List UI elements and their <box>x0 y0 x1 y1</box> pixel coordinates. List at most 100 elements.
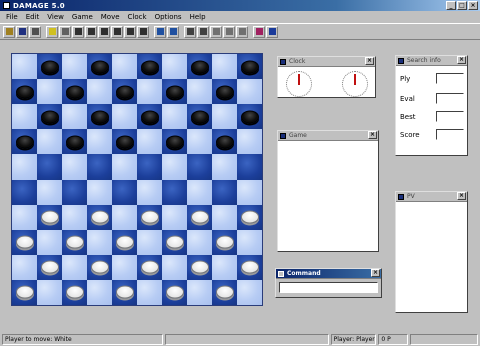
black-piece[interactable] <box>15 85 34 99</box>
board-square[interactable] <box>112 79 137 105</box>
board-square[interactable] <box>37 229 62 255</box>
board-square[interactable] <box>112 129 137 155</box>
board-square[interactable] <box>12 204 37 230</box>
board-square[interactable] <box>87 254 112 280</box>
black-piece[interactable] <box>215 85 234 99</box>
board-square[interactable] <box>87 129 112 155</box>
board-square[interactable] <box>137 204 162 230</box>
black-piece[interactable] <box>115 135 134 149</box>
black-piece[interactable] <box>90 60 109 74</box>
board-square[interactable] <box>62 154 87 180</box>
board-square[interactable] <box>237 229 262 255</box>
board-square[interactable] <box>187 254 212 280</box>
black-piece[interactable] <box>215 135 234 149</box>
board-square[interactable] <box>212 104 237 130</box>
next-move-button[interactable] <box>111 25 123 38</box>
board-square[interactable] <box>87 204 112 230</box>
board-square[interactable] <box>237 54 262 80</box>
board-square[interactable] <box>162 179 187 205</box>
white-piece[interactable] <box>140 260 159 274</box>
board-square[interactable] <box>37 154 62 180</box>
board-square[interactable] <box>187 104 212 130</box>
menu-help[interactable]: Help <box>186 13 210 21</box>
panel-menu-icon[interactable] <box>398 57 404 64</box>
board-square[interactable] <box>112 54 137 80</box>
command-input[interactable] <box>279 282 378 293</box>
board-square[interactable] <box>112 179 137 205</box>
checkers-board[interactable] <box>11 53 263 306</box>
white-piece[interactable] <box>90 260 109 274</box>
clock-panel-caption[interactable]: Clock × <box>278 57 375 67</box>
white-piece[interactable] <box>90 210 109 224</box>
board-square[interactable] <box>137 79 162 105</box>
close-button[interactable]: × <box>468 1 478 10</box>
black-piece[interactable] <box>40 110 59 124</box>
white-piece[interactable] <box>215 235 234 249</box>
board-square[interactable] <box>37 204 62 230</box>
panel-menu-icon[interactable] <box>398 193 404 200</box>
minimize-button[interactable]: _ <box>446 1 456 10</box>
board-square[interactable] <box>87 154 112 180</box>
board-square[interactable] <box>137 129 162 155</box>
board-square[interactable] <box>162 204 187 230</box>
close-icon[interactable]: × <box>457 56 466 64</box>
board-square[interactable] <box>237 154 262 180</box>
white-piece[interactable] <box>165 285 184 299</box>
close-icon[interactable]: × <box>368 131 377 139</box>
panel-menu-icon[interactable] <box>278 270 284 277</box>
menu-move[interactable]: Move <box>97 13 124 21</box>
close-icon[interactable]: × <box>457 192 466 200</box>
board-square[interactable] <box>87 229 112 255</box>
white-piece[interactable] <box>65 235 84 249</box>
black-piece[interactable] <box>240 110 259 124</box>
board-square[interactable] <box>112 104 137 130</box>
first-move-button[interactable] <box>85 25 97 38</box>
board-square[interactable] <box>112 254 137 280</box>
board-square[interactable] <box>62 129 87 155</box>
board-square[interactable] <box>62 104 87 130</box>
panel-menu-icon[interactable] <box>280 132 286 139</box>
board-square[interactable] <box>37 54 62 80</box>
board-square[interactable] <box>137 54 162 80</box>
save-button[interactable] <box>16 25 28 38</box>
board-square[interactable] <box>237 104 262 130</box>
black-piece[interactable] <box>40 60 59 74</box>
board-square[interactable] <box>237 79 262 105</box>
board-square[interactable] <box>112 204 137 230</box>
pv-panel-caption[interactable]: PV × <box>396 192 467 202</box>
board-square[interactable] <box>212 254 237 280</box>
board-square[interactable] <box>162 154 187 180</box>
board-square[interactable] <box>62 54 87 80</box>
board-square[interactable] <box>137 279 162 305</box>
white-piece[interactable] <box>190 260 209 274</box>
last-move-button[interactable] <box>124 25 136 38</box>
board-square[interactable] <box>212 279 237 305</box>
new-game-button[interactable] <box>46 25 58 38</box>
black-piece[interactable] <box>140 60 159 74</box>
board-square[interactable] <box>112 154 137 180</box>
board-square[interactable] <box>62 229 87 255</box>
board-square[interactable] <box>12 104 37 130</box>
board-square[interactable] <box>162 129 187 155</box>
board-square[interactable] <box>12 179 37 205</box>
board-square[interactable] <box>12 154 37 180</box>
board-square[interactable] <box>212 54 237 80</box>
level-button[interactable] <box>210 25 222 38</box>
menu-clock[interactable]: Clock <box>124 13 151 21</box>
black-piece[interactable] <box>15 135 34 149</box>
black-piece[interactable] <box>190 60 209 74</box>
takeback-button[interactable] <box>154 25 166 38</box>
black-piece[interactable] <box>165 135 184 149</box>
command-panel-caption[interactable]: Command × <box>276 269 381 279</box>
black-piece[interactable] <box>115 85 134 99</box>
board-square[interactable] <box>212 154 237 180</box>
menu-options[interactable]: Options <box>151 13 186 21</box>
close-icon[interactable]: × <box>365 57 374 65</box>
search-panel-caption[interactable]: Search info × <box>396 56 467 66</box>
board-square[interactable] <box>62 254 87 280</box>
maximize-button[interactable]: □ <box>457 1 467 10</box>
board-square[interactable] <box>212 79 237 105</box>
board-square[interactable] <box>237 204 262 230</box>
white-piece[interactable] <box>240 260 259 274</box>
white-piece[interactable] <box>115 285 134 299</box>
